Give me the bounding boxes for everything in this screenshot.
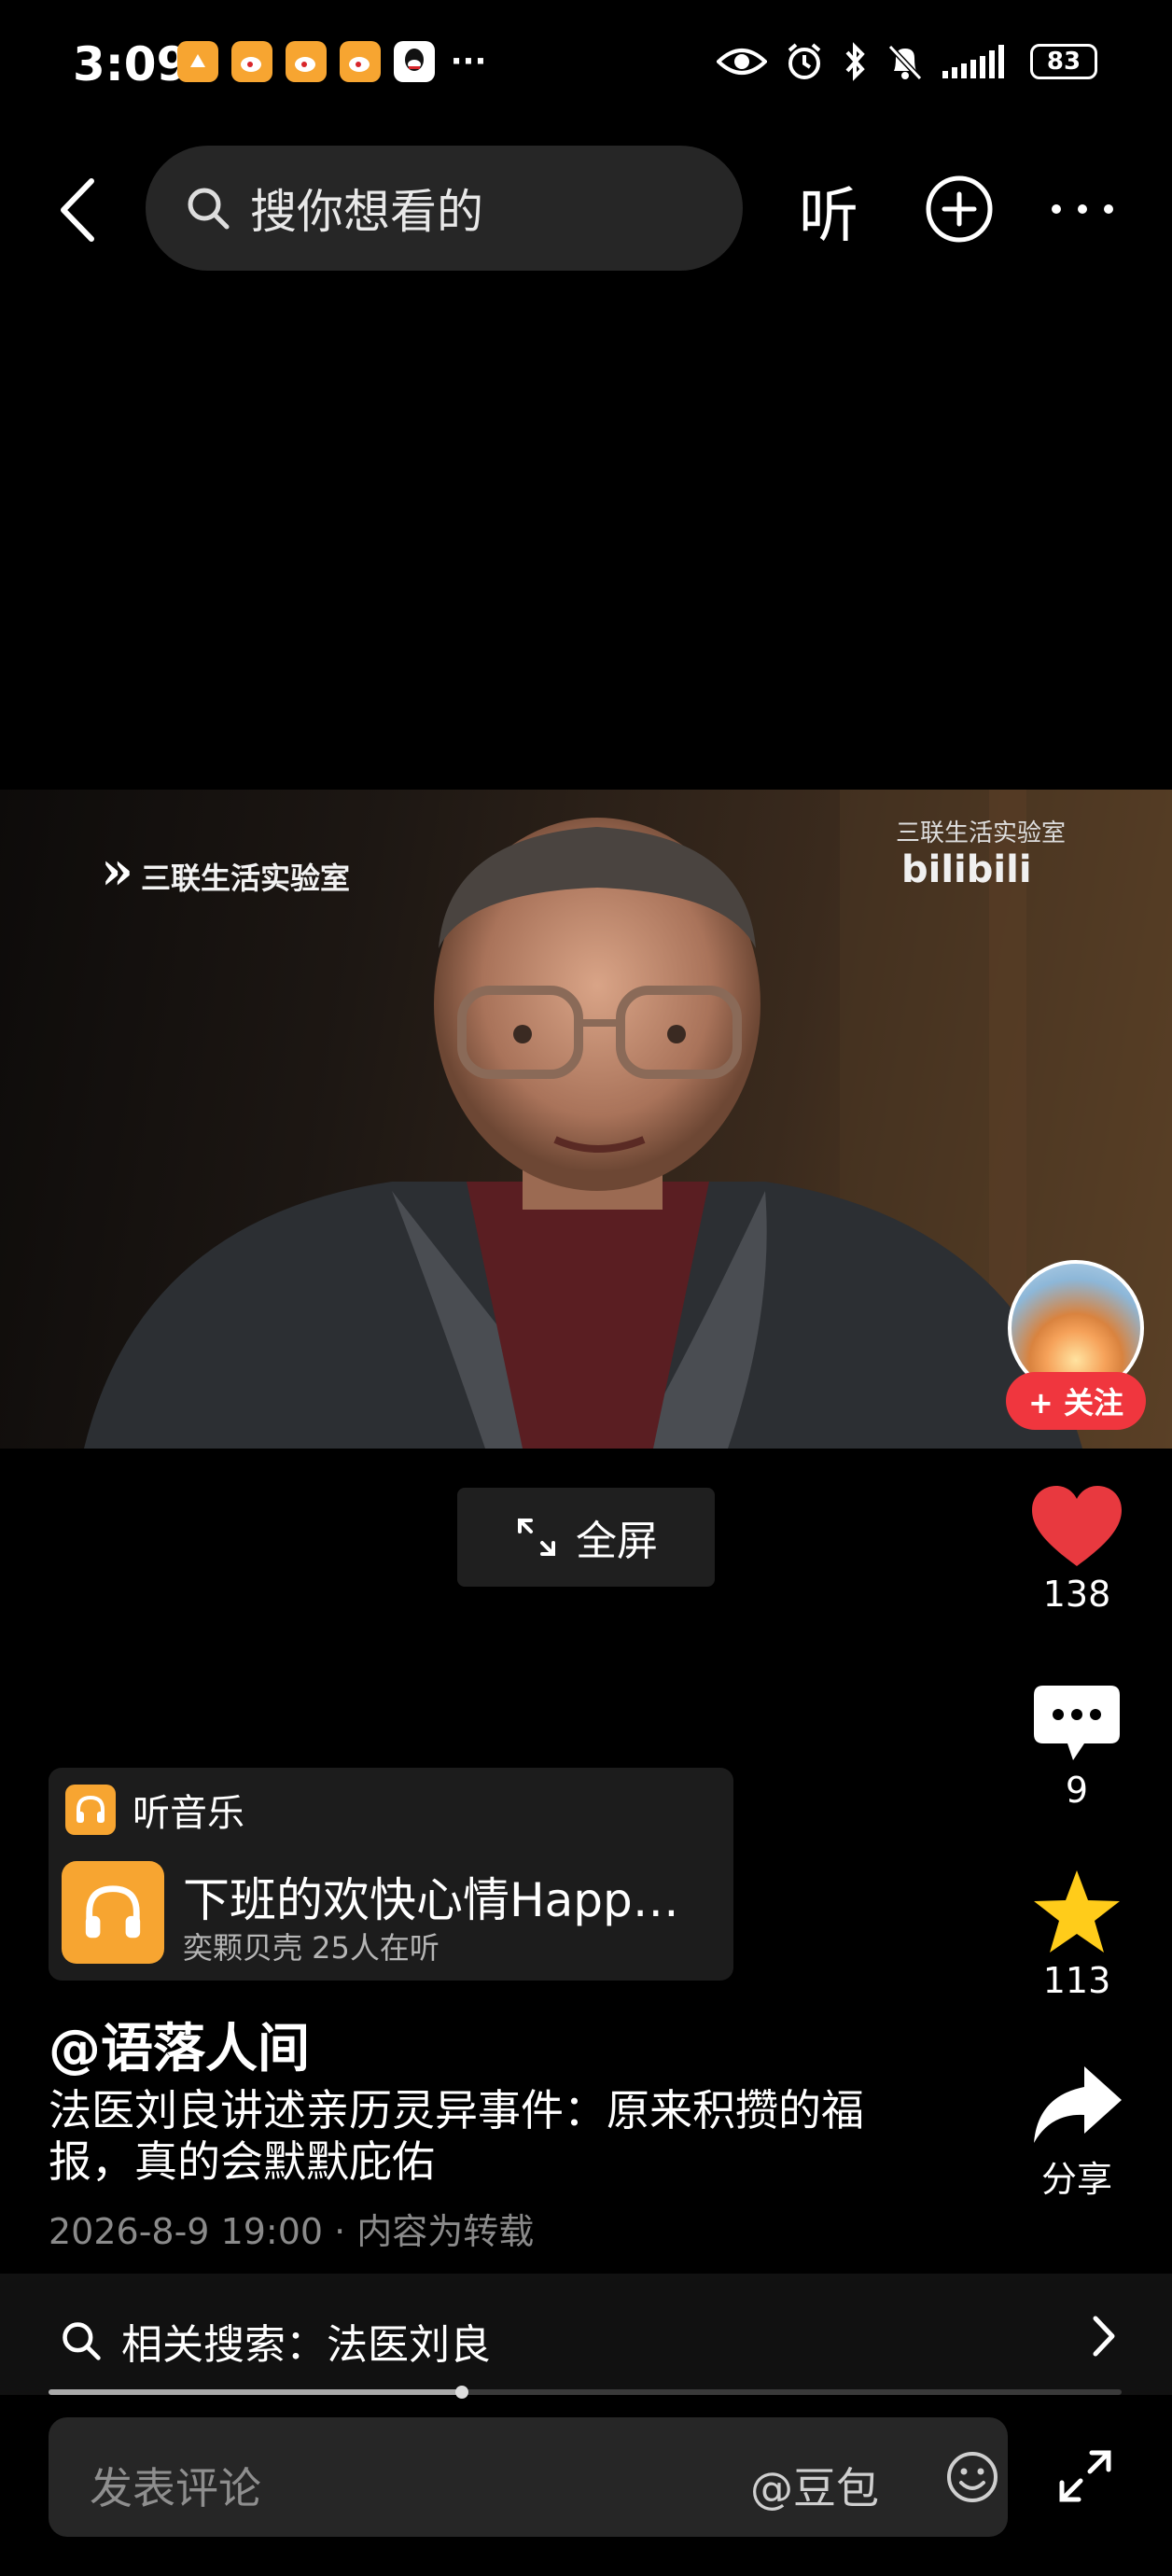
expand-icon [518,1519,555,1556]
comment-bubble-icon [1034,1686,1120,1760]
watermark-left-text: 三联生活实验室 [141,861,351,896]
mute-bell-icon [887,44,923,81]
search-icon [63,2322,101,2360]
fullscreen-button[interactable]: 全屏 [457,1488,715,1587]
battery-indicator: 83 [1030,44,1097,79]
post-caption: 法医刘良讲述亲历灵异事件：原来积攒的福报，真的会默默庇佑 [49,2085,864,2188]
notification-icons: ··· [177,41,489,82]
weibo-icon [340,41,381,82]
emoji-button[interactable] [944,2449,1000,2509]
expand-button[interactable] [1054,2445,1116,2511]
eye-icon [717,49,767,75]
more-dots-icon [1052,204,1113,214]
back-button[interactable] [49,168,105,252]
post-meta: 2026-8-9 19:00 · 内容为转载 [49,2211,535,2252]
music-header: 听音乐 [65,1783,244,1837]
comment-placeholder: 发表评论 [90,2463,261,2513]
share-button[interactable]: 分享 [1012,2063,1142,2202]
plus-circle-icon [926,175,993,243]
favorite-count: 113 [1042,1960,1111,2001]
mention-button[interactable]: @豆包 [750,2455,879,2516]
signal-icon [942,45,1004,78]
qq-icon [394,41,435,82]
listen-button[interactable]: 听 [799,168,858,254]
status-indicators: 83 [717,41,1097,82]
logo-mark-icon: » [101,840,133,902]
video-watermark-left: » 三联生活实验室 [101,840,350,902]
follow-button[interactable]: + 关注 [1006,1372,1146,1430]
share-arrow-icon [1034,2066,1122,2143]
like-button[interactable]: 138 [1012,1484,1142,1615]
app-icon [177,41,218,82]
weibo-icon [286,41,327,82]
music-title: 下班的欢快心情Happ… [183,1873,679,1927]
related-search-query: 法医刘良 [327,2321,491,2369]
more-button[interactable] [1047,174,1118,248]
more-notifications-icon: ··· [450,43,487,80]
search-input[interactable]: 搜你想看的 [146,146,743,271]
add-button[interactable] [924,174,995,248]
fullscreen-label: 全屏 [576,1518,658,1565]
expand-diagonal-icon [1059,2450,1111,2502]
search-icon [188,188,230,230]
watermark-right-text: 三联生活实验室 [896,819,1067,847]
weibo-icon [231,41,272,82]
bluetooth-icon [845,42,865,81]
comment-button[interactable]: 9 [1012,1682,1142,1811]
status-time: 3:09 [73,37,189,91]
video-watermark-right: 三联生活实验室bilibili [896,814,1172,891]
music-cover[interactable] [62,1861,164,1964]
headphones-icon [65,1785,116,1835]
music-header-label: 听音乐 [133,1792,244,1835]
author-name[interactable]: @语落人间 [49,2007,310,2082]
heart-icon [1032,1486,1122,1566]
smiley-icon [947,2452,998,2502]
music-subtitle: 奕颗贝壳 25人在听 [183,1930,440,1966]
related-search-label: 相关搜索： [121,2321,327,2369]
like-count: 138 [1042,1574,1111,1615]
related-search[interactable]: 相关搜索：法医刘良 [60,2311,491,2371]
bilibili-logo: bilibili [901,848,1032,891]
headphones-icon [85,1885,141,1939]
video-progress-fill [49,2389,462,2395]
video-progress-knob[interactable] [454,2386,468,2399]
comment-count: 9 [1065,1770,1089,1811]
chevron-right-icon [1090,2315,1118,2361]
chevron-left-icon [61,178,94,242]
search-placeholder: 搜你想看的 [250,185,483,239]
alarm-icon [788,43,821,79]
star-icon [1034,1870,1120,1953]
share-label: 分享 [1040,2159,1112,2200]
favorite-button[interactable]: 113 [1012,1867,1142,2001]
